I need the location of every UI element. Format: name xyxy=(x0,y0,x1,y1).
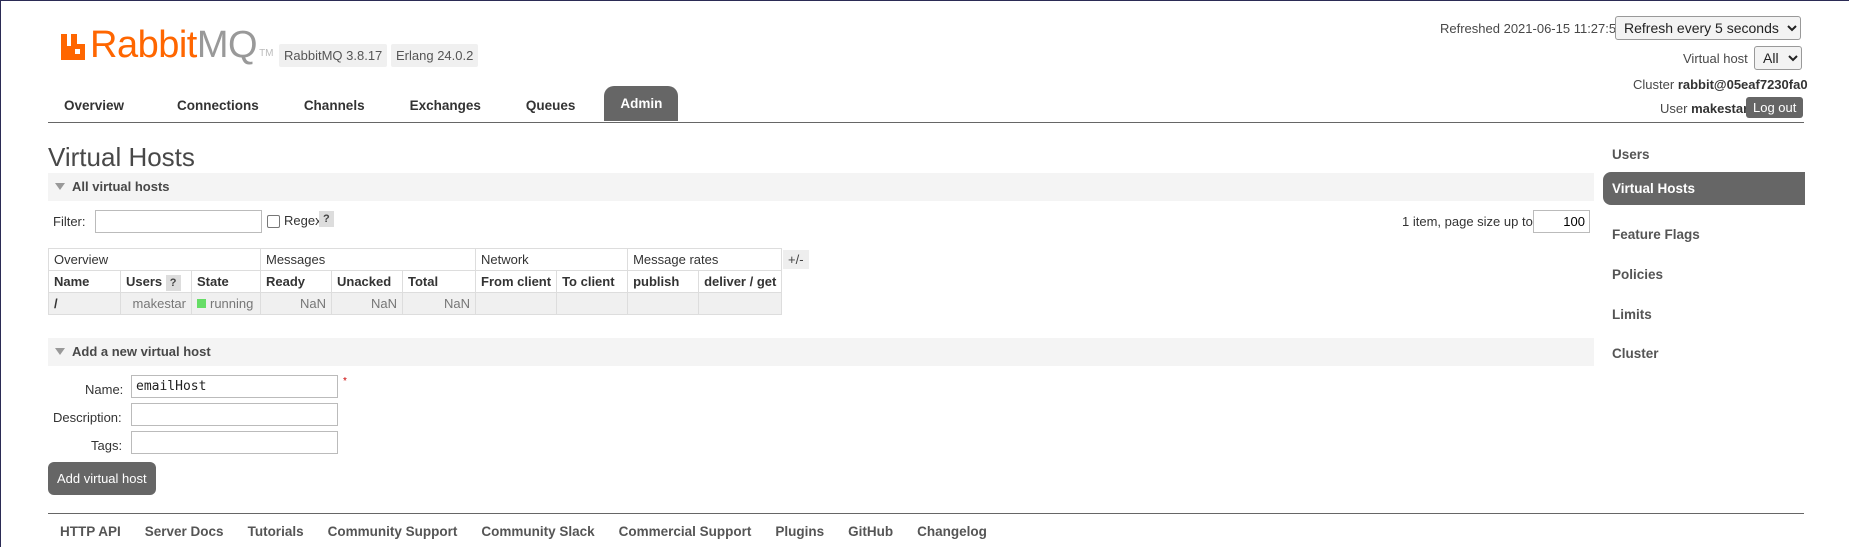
vhost-select-label: Virtual host xyxy=(1683,51,1748,66)
cluster-info: Cluster rabbit@05eaf7230fa0 xyxy=(1633,77,1808,92)
description-field[interactable] xyxy=(131,403,338,426)
vhost-unacked: NaN xyxy=(331,292,403,315)
tab-admin[interactable]: Admin xyxy=(604,86,679,121)
refresh-interval-select[interactable]: Refresh every 5 seconds xyxy=(1615,16,1801,40)
sidebar-item-users[interactable]: Users xyxy=(1603,138,1805,171)
vhost-total: NaN xyxy=(402,292,476,315)
name-field-label: Name: xyxy=(85,382,124,397)
column-header-deliver-get[interactable]: deliver / get xyxy=(698,270,783,293)
tab-overview[interactable]: Overview xyxy=(48,88,140,121)
regex-checkbox[interactable] xyxy=(267,215,280,228)
vhost-deliver-get xyxy=(698,292,783,315)
footer-links: HTTP API Server Docs Tutorials Community… xyxy=(48,524,999,539)
user-info: User makestar xyxy=(1660,101,1749,116)
vhost-to-client xyxy=(556,292,629,315)
page-title: Virtual Hosts xyxy=(48,142,195,172)
rabbit-logo-icon xyxy=(59,32,87,62)
sidebar-item-virtual-hosts[interactable]: Virtual Hosts xyxy=(1603,172,1805,205)
sidebar-item-limits[interactable]: Limits xyxy=(1603,298,1805,331)
footer-link-github[interactable]: GitHub xyxy=(848,524,893,539)
footer-link-changelog[interactable]: Changelog xyxy=(917,524,987,539)
footer-divider xyxy=(48,513,1804,514)
column-header-unacked[interactable]: Unacked xyxy=(331,270,403,293)
footer-link-tutorials[interactable]: Tutorials xyxy=(248,524,304,539)
footer-link-community-support[interactable]: Community Support xyxy=(328,524,458,539)
column-header-to-client[interactable]: To client xyxy=(556,270,629,293)
table-row: / makestar running NaN NaN NaN xyxy=(48,292,783,315)
add-vhost-section-header[interactable]: Add a new virtual host xyxy=(48,338,1594,366)
column-header-ready[interactable]: Ready xyxy=(260,270,332,293)
pagination-text: 1 item, page size up to xyxy=(1402,214,1533,229)
column-header-name[interactable]: Name xyxy=(48,270,121,293)
filter-input[interactable] xyxy=(95,210,262,233)
vhost-ready: NaN xyxy=(260,292,332,315)
tab-exchanges[interactable]: Exchanges xyxy=(394,88,497,121)
tab-queues[interactable]: Queues xyxy=(510,88,592,121)
tags-field[interactable] xyxy=(131,431,338,454)
column-header-total[interactable]: Total xyxy=(402,270,476,293)
add-virtual-host-button[interactable]: Add virtual host xyxy=(48,462,156,495)
footer-link-community-slack[interactable]: Community Slack xyxy=(481,524,594,539)
main-tabs: Overview Connections Channels Exchanges … xyxy=(48,86,679,121)
users-help-icon[interactable]: ? xyxy=(165,275,181,291)
logout-button[interactable]: Log out xyxy=(1746,97,1804,118)
sidebar-item-policies[interactable]: Policies xyxy=(1603,258,1805,291)
logo-text: RabbitMQ xyxy=(90,24,258,66)
page-size-input[interactable] xyxy=(1533,210,1590,233)
group-header-overview: Overview xyxy=(48,248,261,271)
user-name: makestar xyxy=(1691,101,1749,116)
section-title: All virtual hosts xyxy=(72,179,170,194)
column-header-from-client[interactable]: From client xyxy=(474,270,558,293)
tab-channels[interactable]: Channels xyxy=(288,88,381,121)
footer-link-plugins[interactable]: Plugins xyxy=(775,524,824,539)
footer-link-commercial-support[interactable]: Commercial Support xyxy=(619,524,752,539)
rabbitmq-version-badge: RabbitMQ 3.8.17 xyxy=(279,44,388,67)
column-header-publish[interactable]: publish xyxy=(627,270,700,293)
sidebar-item-feature-flags[interactable]: Feature Flags xyxy=(1603,218,1805,251)
sidebar-item-cluster[interactable]: Cluster xyxy=(1603,337,1805,370)
group-header-messages: Messages xyxy=(260,248,476,271)
tab-divider xyxy=(48,122,1804,123)
toggle-columns-button[interactable]: +/- xyxy=(783,250,809,269)
erlang-version-badge: Erlang 24.0.2 xyxy=(391,44,479,67)
refreshed-timestamp: Refreshed 2021-06-15 11:27:56 xyxy=(1440,21,1624,36)
vhost-from-client xyxy=(474,292,558,315)
cluster-name: rabbit@05eaf7230fa0 xyxy=(1677,77,1808,92)
column-header-state[interactable]: State xyxy=(191,270,261,293)
section-title: Add a new virtual host xyxy=(72,344,211,359)
regex-label: Regex xyxy=(284,213,322,228)
regex-help-icon[interactable]: ? xyxy=(319,211,334,227)
footer-link-server-docs[interactable]: Server Docs xyxy=(145,524,224,539)
column-header-users[interactable]: Users ? xyxy=(120,270,192,293)
vhost-select[interactable]: All xyxy=(1754,46,1802,70)
vhost-name-link[interactable]: / xyxy=(48,292,121,315)
vhosts-table: Overview Messages Network Message rates … xyxy=(48,248,783,315)
name-field[interactable] xyxy=(131,375,338,398)
group-header-message-rates: Message rates xyxy=(627,248,783,271)
vhost-users: makestar xyxy=(120,292,192,315)
group-header-network: Network xyxy=(474,248,629,271)
state-indicator-icon xyxy=(197,299,206,308)
trademark: TM xyxy=(259,48,274,59)
rabbitmq-logo[interactable]: RabbitMQ TM xyxy=(59,24,274,66)
collapse-triangle-icon xyxy=(55,183,65,190)
footer-link-http-api[interactable]: HTTP API xyxy=(60,524,121,539)
vhost-state: running xyxy=(191,292,261,315)
filter-label: Filter: xyxy=(53,214,86,229)
all-vhosts-section-header[interactable]: All virtual hosts xyxy=(48,173,1594,201)
required-mark: * xyxy=(343,376,347,387)
description-field-label: Description: xyxy=(53,410,122,425)
vhost-publish xyxy=(627,292,700,315)
tags-field-label: Tags: xyxy=(91,438,123,453)
tab-connections[interactable]: Connections xyxy=(161,88,275,121)
collapse-triangle-icon xyxy=(55,348,65,355)
